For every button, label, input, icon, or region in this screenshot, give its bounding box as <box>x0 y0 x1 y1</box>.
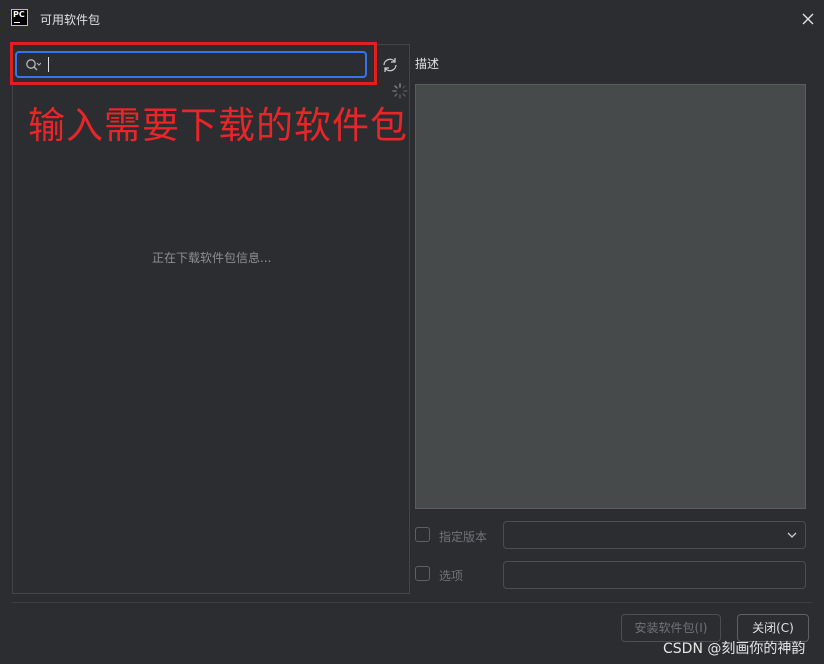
watermark-text: CSDN @刻画你的神韵 <box>663 641 806 657</box>
specify-version-label: 指定版本 <box>439 530 488 544</box>
footer-divider <box>12 602 812 603</box>
app-logo-bar <box>14 22 20 23</box>
options-input[interactable] <box>503 561 806 589</box>
version-select[interactable] <box>503 521 806 549</box>
loading-spinner-icon <box>392 83 408 99</box>
app-logo-icon: PC <box>11 9 28 26</box>
description-label: 描述 <box>415 57 440 71</box>
annotation-text: 输入需要下载的软件包 <box>28 104 408 147</box>
app-logo-text: PC <box>13 10 25 19</box>
specify-version-checkbox[interactable] <box>415 527 430 542</box>
description-area[interactable] <box>415 84 806 509</box>
chevron-down-icon[interactable] <box>786 530 798 540</box>
close-icon[interactable] <box>800 11 816 27</box>
loading-status-text: 正在下载软件包信息... <box>152 251 272 265</box>
options-label: 选项 <box>439 569 464 583</box>
refresh-icon[interactable] <box>381 56 399 74</box>
window-title: 可用软件包 <box>40 13 101 27</box>
options-checkbox[interactable] <box>415 566 430 581</box>
annotation-highlight-box <box>10 42 377 85</box>
